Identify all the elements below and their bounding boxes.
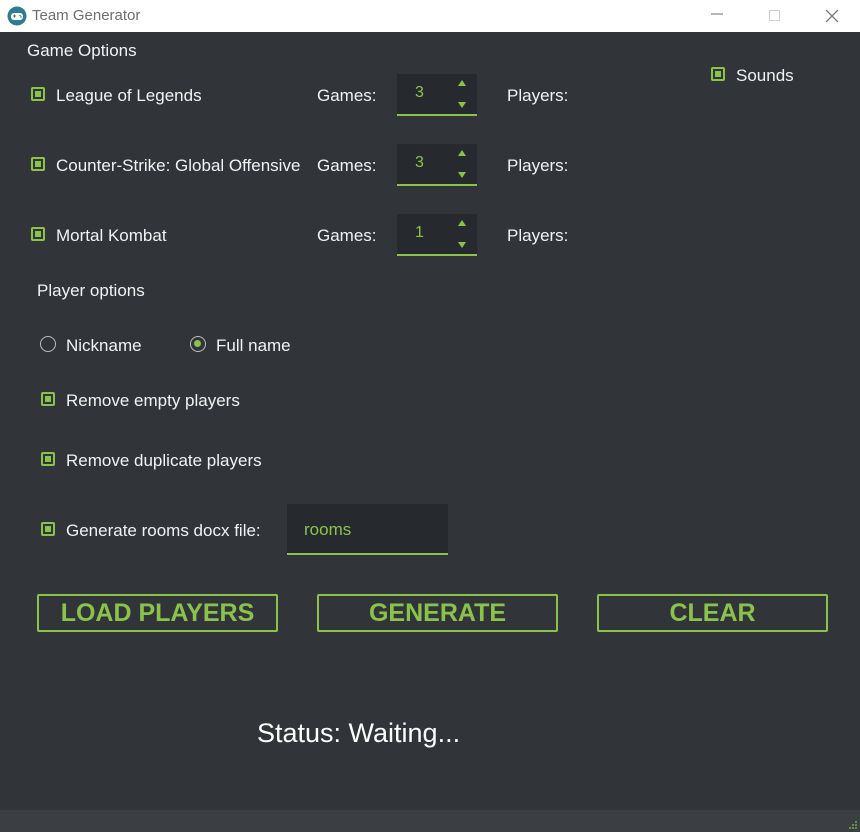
- mk-games-value: 1: [415, 224, 424, 241]
- csgo-checkbox[interactable]: [31, 157, 45, 171]
- clear-button[interactable]: CLEAR: [597, 594, 828, 632]
- spin-down-icon[interactable]: [458, 242, 466, 248]
- generate-button[interactable]: GENERATE: [317, 594, 558, 632]
- mk-players-label: Players:: [507, 226, 569, 245]
- rooms-filename-input[interactable]: rooms: [287, 504, 448, 555]
- nickname-radio[interactable]: [40, 336, 56, 352]
- generate-rooms-label: Generate rooms docx file:: [66, 521, 261, 540]
- lol-checkbox[interactable]: [31, 87, 45, 101]
- csgo-games-value: 3: [415, 154, 424, 171]
- csgo-players-label: Players:: [507, 156, 569, 175]
- csgo-games-spinbox[interactable]: 3: [397, 144, 477, 186]
- lol-games-spinbox[interactable]: 3: [397, 74, 477, 116]
- title-bar: Team Generator: [0, 0, 860, 32]
- window-title: Team Generator: [32, 7, 141, 24]
- status-bar: [0, 810, 860, 832]
- mk-games-spinbox[interactable]: 1: [397, 214, 477, 256]
- player-options-heading: Player options: [37, 281, 145, 300]
- rooms-filename-value: rooms: [304, 520, 352, 539]
- remove-duplicate-label: Remove duplicate players: [66, 451, 262, 470]
- lol-games-value: 3: [415, 84, 424, 101]
- gamepad-icon: [7, 6, 27, 26]
- resize-grip-icon[interactable]: [848, 820, 858, 830]
- fullname-label: Full name: [216, 336, 291, 355]
- spin-down-icon[interactable]: [458, 172, 466, 178]
- status-text: Status: Waiting...: [257, 718, 461, 748]
- spin-up-icon[interactable]: [458, 220, 466, 226]
- remove-empty-checkbox[interactable]: [41, 392, 55, 406]
- maximize-button[interactable]: [746, 0, 804, 32]
- lol-label: League of Legends: [56, 86, 202, 105]
- nickname-label: Nickname: [66, 336, 142, 355]
- mk-label: Mortal Kombat: [56, 226, 167, 245]
- mk-games-label: Games:: [317, 226, 377, 245]
- close-icon: [825, 9, 839, 23]
- remove-duplicate-checkbox[interactable]: [41, 452, 55, 466]
- mk-checkbox[interactable]: [31, 227, 45, 241]
- minimize-button[interactable]: [688, 0, 746, 32]
- maximize-icon: [769, 10, 780, 21]
- sounds-checkbox[interactable]: [711, 67, 725, 81]
- close-button[interactable]: [803, 0, 860, 32]
- load-players-button[interactable]: LOAD PLAYERS: [37, 594, 278, 632]
- spin-up-icon[interactable]: [458, 80, 466, 86]
- csgo-games-label: Games:: [317, 156, 377, 175]
- lol-players-label: Players:: [507, 86, 569, 105]
- remove-empty-label: Remove empty players: [66, 391, 240, 410]
- sounds-label: Sounds: [736, 66, 794, 85]
- spin-up-icon[interactable]: [458, 150, 466, 156]
- minimize-icon: [711, 13, 723, 15]
- fullname-radio[interactable]: [190, 336, 206, 352]
- generate-rooms-checkbox[interactable]: [41, 522, 55, 536]
- lol-games-label: Games:: [317, 86, 377, 105]
- game-options-heading: Game Options: [27, 41, 137, 60]
- spin-down-icon[interactable]: [458, 102, 466, 108]
- csgo-label: Counter-Strike: Global Offensive: [56, 156, 301, 175]
